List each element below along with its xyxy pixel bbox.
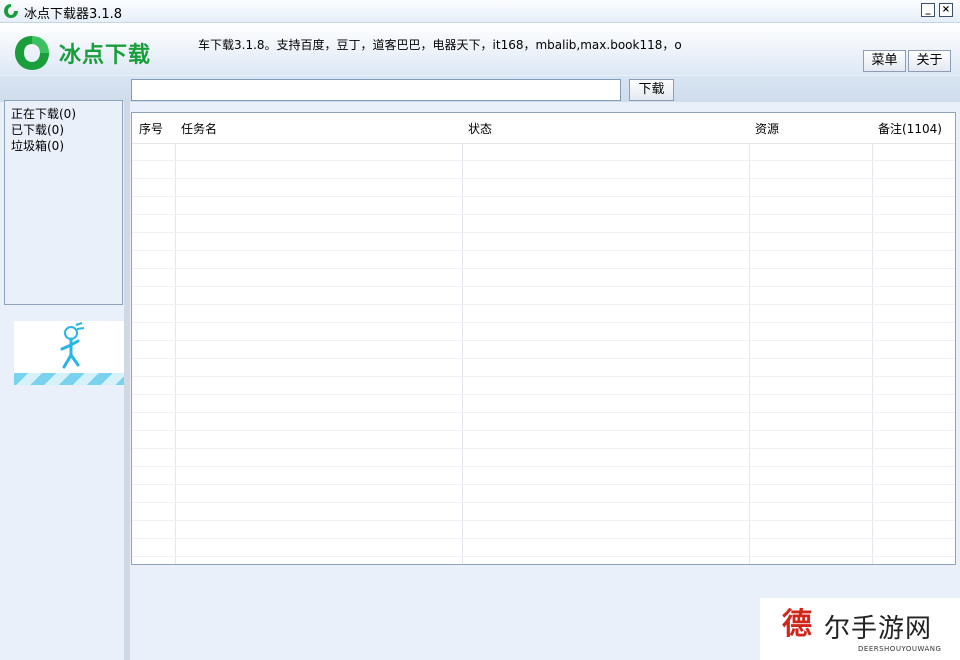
table-row[interactable] <box>132 540 955 557</box>
table-row[interactable] <box>132 234 955 251</box>
download-button[interactable]: 下载 <box>629 79 674 101</box>
minimize-button[interactable]: _ <box>921 3 935 17</box>
table-row[interactable] <box>132 396 955 413</box>
category-downloaded[interactable]: 已下载(0) <box>11 121 64 138</box>
col-header-status[interactable]: 状态 <box>468 120 492 137</box>
news-ticker: 车下载3.1.8。支持百度，豆丁，道客巴巴，电器天下，it168，mbalib,… <box>198 38 682 52</box>
watermark-text: 尔手游网 <box>824 614 933 644</box>
table-row[interactable] <box>132 324 955 341</box>
url-input[interactable] <box>131 79 621 101</box>
col-header-note[interactable]: 备注(1104) <box>878 120 942 137</box>
table-row[interactable] <box>132 288 955 305</box>
close-button[interactable]: × <box>939 3 953 17</box>
mascot-banner <box>14 321 124 385</box>
table-row[interactable] <box>132 180 955 197</box>
col-header-index[interactable]: 序号 <box>139 120 163 137</box>
window-title: 冰点下载器3.1.8 <box>24 7 123 22</box>
brand-logo-icon <box>15 36 49 70</box>
mascot-stripe <box>14 373 124 385</box>
table-row[interactable] <box>132 198 955 215</box>
table-row[interactable] <box>132 468 955 485</box>
about-button[interactable]: 关于 <box>908 50 951 72</box>
table-row[interactable] <box>132 414 955 431</box>
pane-splitter[interactable] <box>124 100 130 660</box>
menu-button[interactable]: 菜单 <box>863 50 906 72</box>
table-row[interactable] <box>132 342 955 359</box>
category-trash[interactable]: 垃圾箱(0) <box>11 137 64 154</box>
table-row[interactable] <box>132 486 955 503</box>
watermark-subtext: DEERSHOUYOUWANG <box>858 645 942 653</box>
header: 冰点下载 车下载3.1.8。支持百度，豆丁，道客巴巴，电器天下，it168，mb… <box>0 23 960 75</box>
title-bar: 冰点下载器3.1.8 _ × <box>0 0 960 23</box>
brand-logo: 冰点下载 <box>12 31 162 71</box>
category-downloading[interactable]: 正在下载(0) <box>11 105 76 122</box>
mascot-icon <box>60 322 85 369</box>
category-panel: 正在下载(0) 已下载(0) 垃圾箱(0) <box>4 100 123 305</box>
brand-name: 冰点下载 <box>59 43 152 68</box>
table-row[interactable] <box>132 432 955 449</box>
col-header-source[interactable]: 资源 <box>755 120 779 137</box>
table-row[interactable] <box>132 306 955 323</box>
table-row[interactable] <box>132 522 955 539</box>
table-row[interactable] <box>132 216 955 233</box>
app-logo-icon <box>4 4 18 18</box>
watermark: 德 尔手游网 DEERSHOUYOUWANG <box>760 598 960 660</box>
table-row[interactable] <box>132 450 955 467</box>
watermark-logo: 德 <box>782 607 812 642</box>
table-header: 序号 任务名 状态 资源 备注(1104) <box>132 113 955 144</box>
table-row[interactable] <box>132 378 955 395</box>
table-row[interactable] <box>132 162 955 179</box>
table-row[interactable] <box>132 252 955 269</box>
table-row[interactable] <box>132 504 955 521</box>
table-row[interactable] <box>132 270 955 287</box>
task-table: 序号 任务名 状态 资源 备注(1104) <box>131 112 956 565</box>
table-row[interactable] <box>132 360 955 377</box>
col-header-task-name[interactable]: 任务名 <box>181 120 217 137</box>
table-row[interactable] <box>132 144 955 161</box>
